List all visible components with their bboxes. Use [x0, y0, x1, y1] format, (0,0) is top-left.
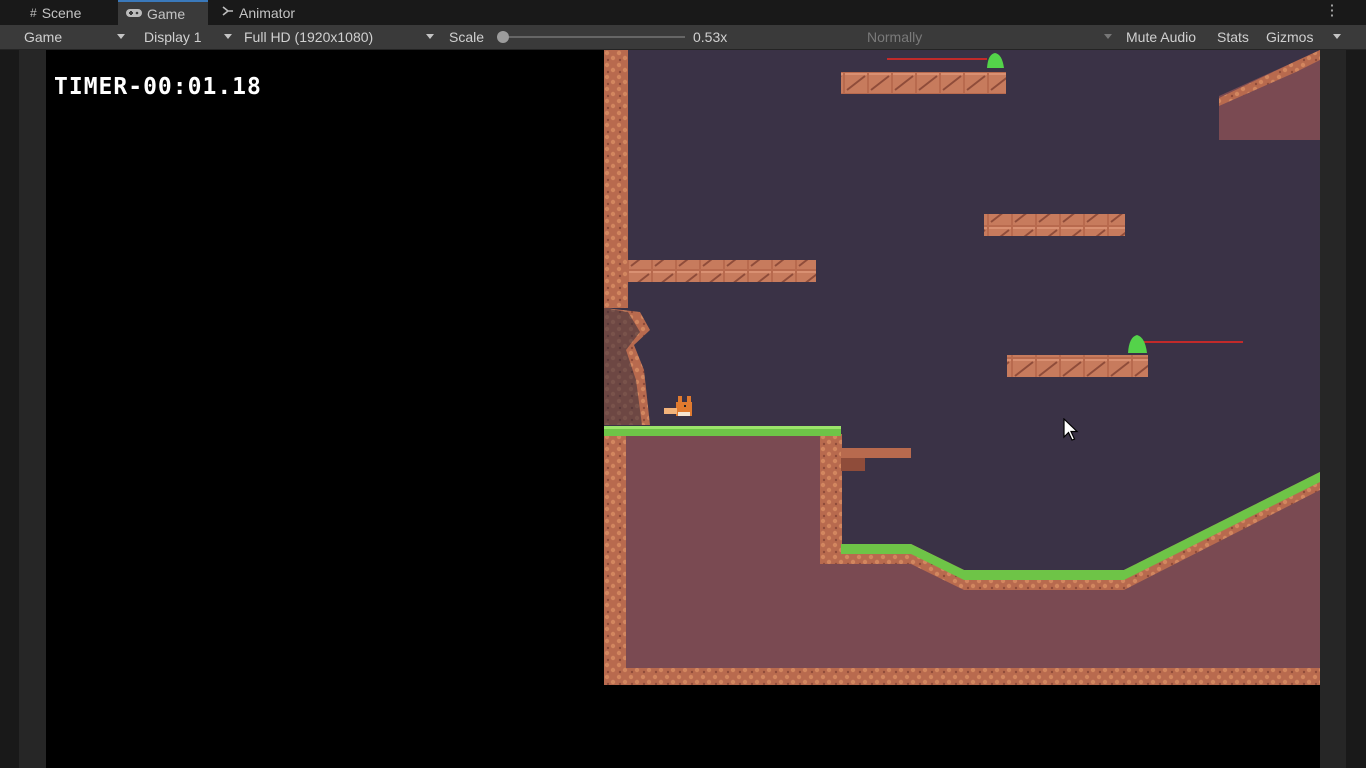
- scale-slider-track[interactable]: [503, 36, 685, 38]
- platform-left: [628, 260, 816, 282]
- chevron-down-icon: [426, 34, 434, 39]
- chevron-down-icon: [117, 34, 125, 39]
- tab-animator-label: Animator: [239, 4, 296, 21]
- ground-bottom-edge: [604, 668, 1320, 685]
- view-mode-label: Game: [24, 29, 63, 45]
- small-ledge: [841, 448, 911, 458]
- platform-mid: [984, 214, 1125, 236]
- gizmos-button[interactable]: Gizmos: [1266, 25, 1313, 49]
- patrol-line-top: [887, 58, 987, 60]
- left-wall: [604, 50, 628, 308]
- tab-game[interactable]: Game: [118, 0, 208, 25]
- tab-scene[interactable]: # Scene: [22, 0, 112, 25]
- grass-left-highlight: [604, 426, 841, 429]
- display-dropdown[interactable]: Display 1: [144, 25, 202, 49]
- platform-top: [841, 72, 1006, 94]
- small-ledge-hang: [841, 458, 865, 471]
- tab-scene-label: Scene: [41, 4, 82, 21]
- play-mode-label: Normally: [867, 29, 923, 45]
- platform-right: [1007, 355, 1148, 377]
- chevron-down-icon: [1104, 34, 1112, 39]
- play-mode-dropdown[interactable]: Normally: [867, 25, 922, 49]
- more-options-icon[interactable]: ⋮: [1322, 2, 1342, 20]
- animator-icon: [222, 5, 234, 20]
- chevron-down-icon: [224, 34, 232, 39]
- gamepad-icon: [126, 7, 142, 21]
- grid-icon: #: [30, 5, 37, 20]
- ground-left-edge: [604, 434, 626, 685]
- mouse-pointer-icon: [1063, 418, 1079, 441]
- resolution-dropdown[interactable]: Full HD (1920x1080): [244, 25, 373, 49]
- editor-tab-bar: # Scene Game Animator ⋮: [0, 0, 1366, 25]
- stats-button[interactable]: Stats: [1217, 25, 1249, 49]
- ground-left-block: [604, 426, 841, 685]
- view-mode-dropdown[interactable]: Game: [24, 25, 62, 49]
- resolution-label: Full HD (1920x1080): [244, 29, 374, 45]
- patrol-line-right: [1144, 341, 1243, 343]
- tab-animator[interactable]: Animator: [214, 0, 314, 25]
- scale-value: 0.53x: [693, 29, 728, 45]
- game-level-scene[interactable]: [604, 50, 1320, 685]
- scale-label: Scale: [449, 29, 485, 45]
- chevron-down-icon: [1333, 34, 1341, 39]
- tab-game-label: Game: [147, 5, 186, 22]
- mute-audio-button[interactable]: Mute Audio: [1126, 25, 1196, 49]
- scale-slider-handle[interactable]: [497, 31, 509, 43]
- timer-text: TIMER-00:01.18: [54, 74, 262, 100]
- ground-step-edge: [820, 434, 842, 564]
- display-label: Display 1: [144, 29, 202, 45]
